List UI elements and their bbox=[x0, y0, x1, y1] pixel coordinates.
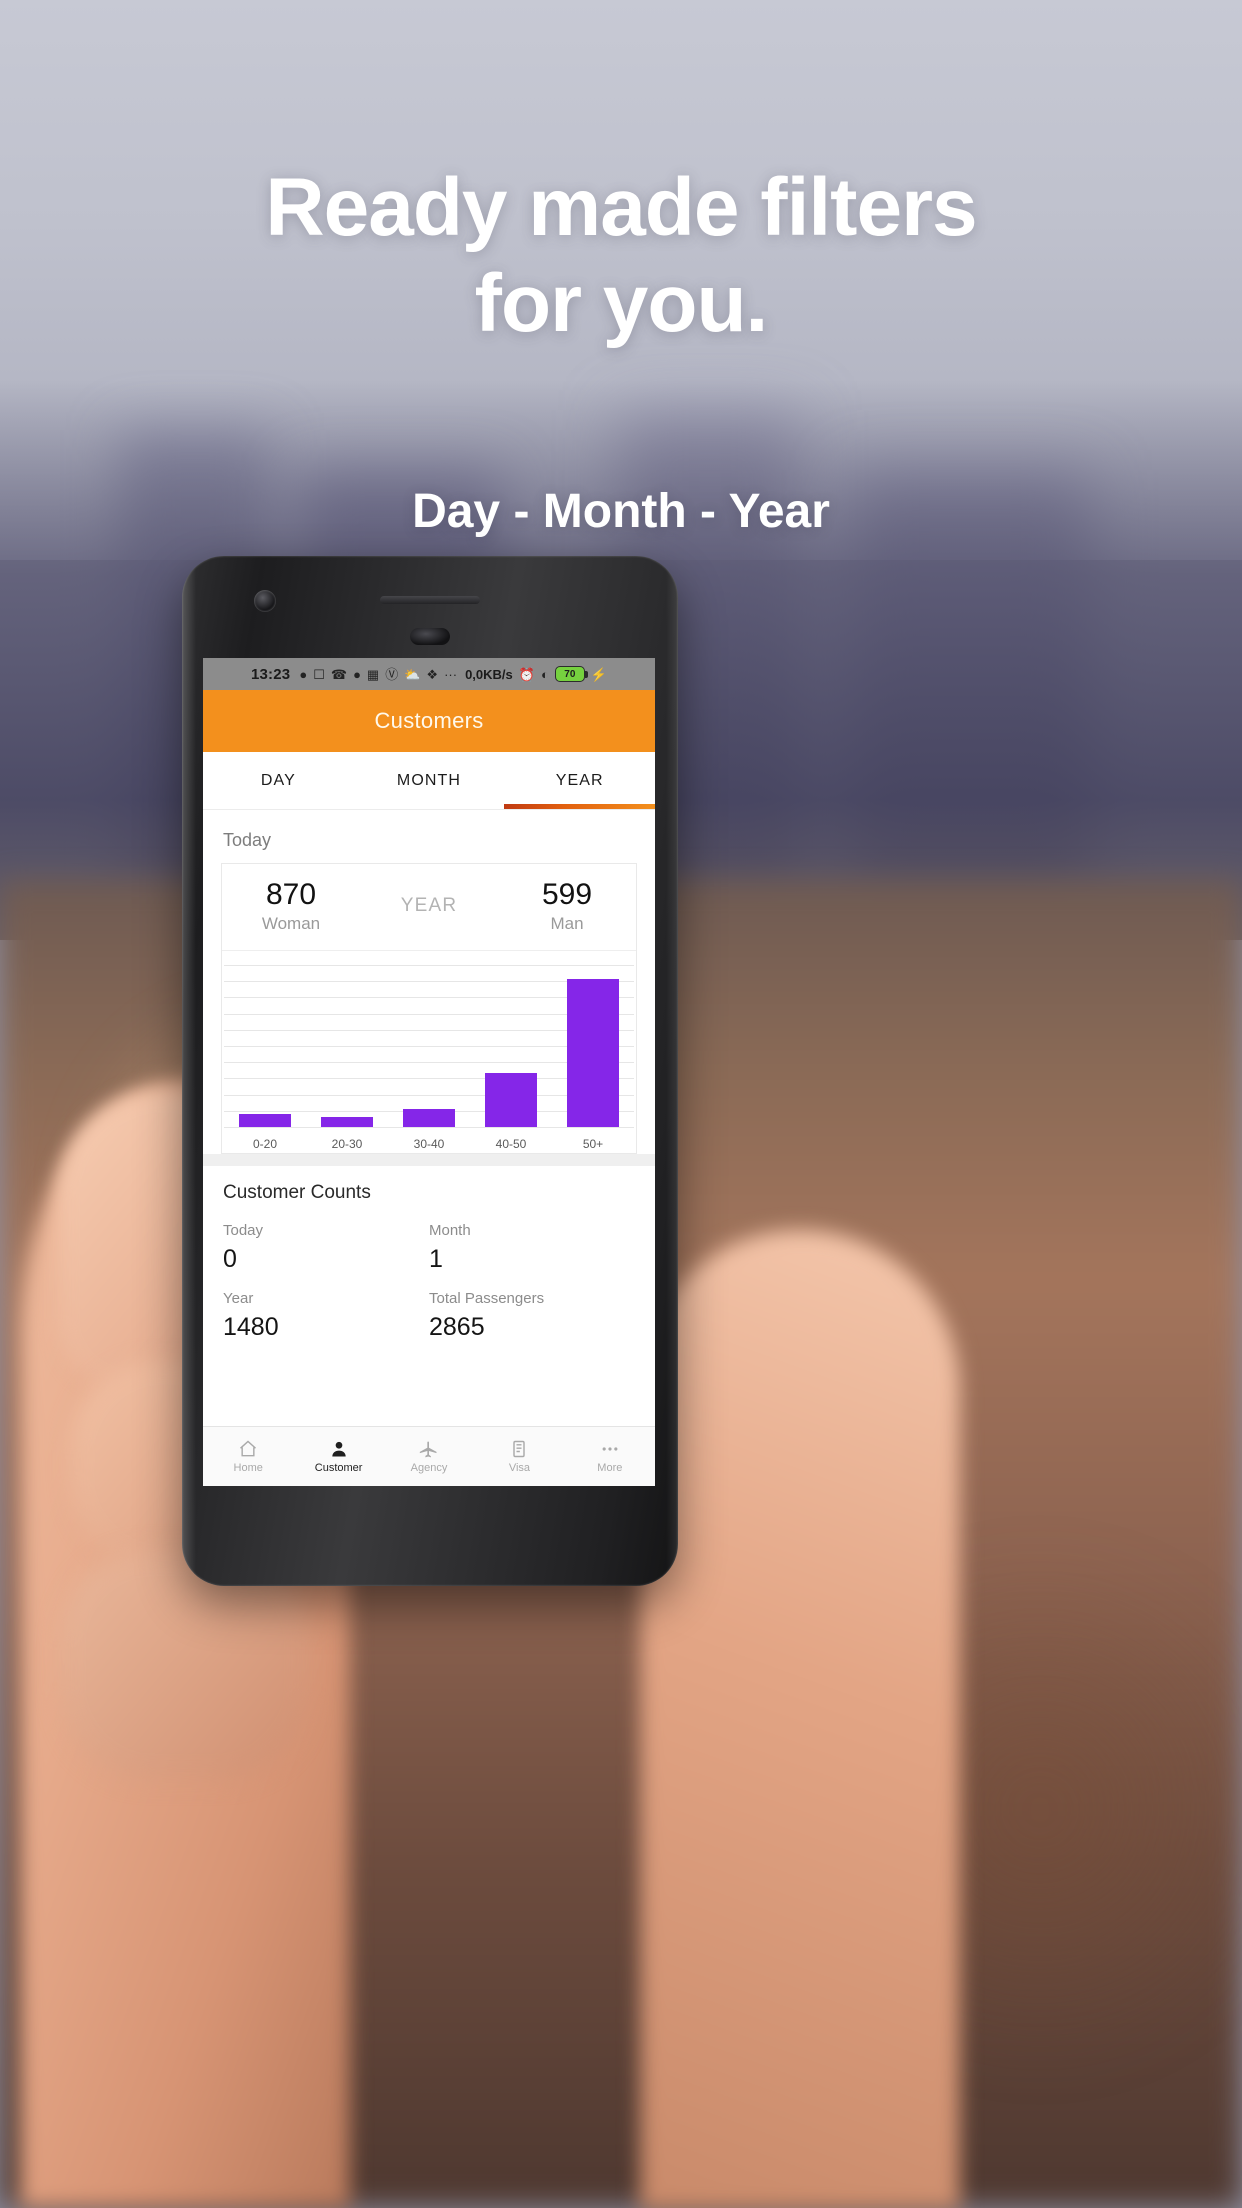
x-axis-label: 20-30 bbox=[331, 1137, 363, 1151]
nav-label-agency: Agency bbox=[410, 1462, 448, 1474]
nav-item-home[interactable]: Home bbox=[203, 1439, 293, 1474]
phone-device-mockup: 13:23 ● ☐ ☎ ● ▦ Ⓥ ⛅ ❖ ··· 0,0KB/s ⏰ ▁▃▅▇… bbox=[182, 556, 678, 1586]
charging-icon: ⚡ bbox=[590, 666, 608, 682]
chart-bar bbox=[402, 1109, 455, 1127]
thumb bbox=[640, 1230, 960, 2208]
nav-label-home: Home bbox=[233, 1462, 263, 1474]
age-distribution-chart: 0-20 20-30 30-40 40-50 50+ bbox=[224, 965, 634, 1153]
x-axis-label: 50+ bbox=[582, 1137, 604, 1151]
proximity-sensor bbox=[410, 628, 450, 645]
more-icon bbox=[602, 1447, 618, 1451]
period-tabs: DAY MONTH YEAR bbox=[203, 752, 655, 810]
tab-day[interactable]: DAY bbox=[203, 752, 354, 809]
tab-selected-indicator bbox=[504, 804, 655, 809]
home-icon bbox=[240, 1440, 257, 1457]
phone-screen: 13:23 ● ☐ ☎ ● ▦ Ⓥ ⛅ ❖ ··· 0,0KB/s ⏰ ▁▃▅▇… bbox=[203, 658, 655, 1486]
x-axis-label: 30-40 bbox=[413, 1137, 445, 1151]
promo-headline: Ready made filters for you. bbox=[0, 160, 1242, 352]
tab-month[interactable]: MONTH bbox=[354, 752, 505, 809]
earpiece-speaker bbox=[380, 596, 480, 604]
x-axis-label: 0-20 bbox=[252, 1137, 277, 1151]
tab-year[interactable]: YEAR bbox=[504, 752, 655, 809]
promo-subheadline: Day - Month - Year bbox=[412, 485, 830, 538]
wifi-icon: ◐ bbox=[540, 666, 549, 682]
battery-indicator: 70 bbox=[554, 666, 588, 682]
bar-column bbox=[556, 965, 630, 1127]
nav-item-visa[interactable]: Visa bbox=[474, 1439, 564, 1474]
nav-item-more[interactable]: More bbox=[565, 1439, 655, 1474]
bar-column bbox=[228, 965, 302, 1127]
front-camera-icon bbox=[254, 590, 276, 612]
bar-column bbox=[474, 965, 548, 1127]
bottom-navigation: Home Customer Agency Visa More bbox=[203, 1426, 655, 1486]
gridline bbox=[224, 1127, 634, 1128]
promo-headline-line2: for you. bbox=[474, 257, 769, 349]
chart-bar bbox=[484, 1073, 537, 1127]
bar-column bbox=[392, 965, 466, 1127]
bar-column bbox=[310, 965, 384, 1127]
chart-bar bbox=[566, 978, 619, 1127]
bezel-highlight-right bbox=[666, 556, 678, 1586]
nav-label-more: More bbox=[597, 1462, 623, 1474]
nav-item-customer[interactable]: Customer bbox=[293, 1439, 383, 1474]
nav-label-visa: Visa bbox=[508, 1462, 531, 1474]
nav-item-agency[interactable]: Agency bbox=[384, 1439, 474, 1474]
promo-headline-line1: Ready made filters bbox=[265, 162, 977, 253]
chart-x-axis-labels: 0-20 20-30 30-40 40-50 50+ bbox=[224, 1137, 634, 1151]
document-icon bbox=[513, 1440, 526, 1458]
chart-bar bbox=[320, 1117, 373, 1127]
chart-bars bbox=[224, 965, 634, 1127]
android-status-bar: 13:23 ● ☐ ☎ ● ▦ Ⓥ ⛅ ❖ ··· 0,0KB/s ⏰ ▁▃▅▇… bbox=[203, 658, 655, 1459]
x-axis-label: 40-50 bbox=[495, 1137, 527, 1151]
person-icon bbox=[331, 1441, 346, 1457]
bezel-highlight-left bbox=[182, 556, 196, 1586]
airplane-icon bbox=[419, 1441, 437, 1458]
nav-label-customer: Customer bbox=[314, 1462, 363, 1474]
chart-bar bbox=[238, 1114, 291, 1127]
